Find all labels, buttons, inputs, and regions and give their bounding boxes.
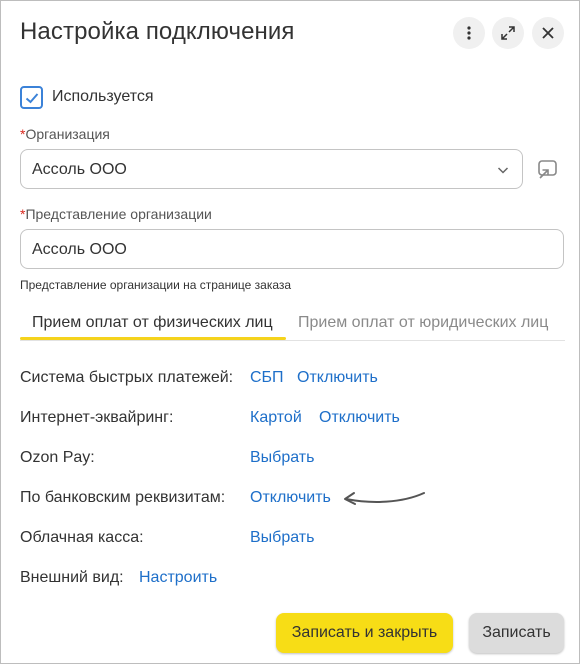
sbp-link[interactable]: СБП (250, 369, 284, 387)
bank-details-label: По банковским реквизитам: (20, 489, 226, 506)
annotation-arrow-icon (344, 492, 425, 505)
org-representation-label: *Представление организации (20, 206, 212, 222)
organization-select[interactable]: Ассоль ООО (20, 149, 523, 189)
checkmark-icon (25, 92, 38, 103)
appearance-configure-link[interactable]: Настроить (139, 569, 217, 587)
ozon-pay-select-link[interactable]: Выбрать (250, 449, 314, 467)
chevron-down-icon[interactable] (496, 163, 510, 177)
acquiring-card-link[interactable]: Картой (250, 409, 302, 427)
close-icon (542, 27, 554, 39)
org-representation-label-text: Представление организации (25, 206, 212, 222)
used-checkbox-label[interactable]: Используется (52, 88, 154, 106)
active-tab-indicator (20, 337, 286, 340)
bank-details-disable-link[interactable]: Отключить (250, 489, 331, 507)
used-checkbox[interactable] (20, 86, 43, 109)
close-button[interactable] (532, 17, 564, 49)
open-organization-icon[interactable] (536, 157, 560, 181)
organization-label: *Организация (20, 126, 110, 142)
appearance-label: Внешний вид: (20, 569, 124, 586)
tab-legal-entities[interactable]: Прием оплат от юридических лиц (298, 314, 548, 332)
dialog-title: Настройка подключения (20, 18, 295, 45)
save-button[interactable]: Записать (469, 613, 564, 653)
expand-button[interactable] (492, 17, 524, 49)
save-and-close-button[interactable]: Записать и закрыть (276, 613, 453, 653)
org-representation-hint: Представление организации на странице за… (20, 278, 292, 292)
ozon-pay-label: Ozon Pay: (20, 449, 95, 466)
sbp-label: Система быстрых платежей: (20, 369, 234, 386)
org-representation-value: Ассоль ООО (32, 241, 127, 258)
more-button[interactable] (453, 17, 485, 49)
cloud-register-label: Облачная касса: (20, 529, 144, 546)
tabs-divider (20, 340, 565, 341)
organization-label-text: Организация (25, 126, 110, 142)
acquiring-disable-link[interactable]: Отключить (319, 409, 400, 427)
organization-value: Ассоль ООО (32, 161, 127, 178)
sbp-disable-link[interactable]: Отключить (297, 369, 378, 387)
org-representation-input[interactable]: Ассоль ООО (20, 229, 564, 269)
more-vertical-icon (467, 26, 471, 40)
tab-individuals[interactable]: Прием оплат от физических лиц (32, 314, 273, 332)
acquiring-label: Интернет-эквайринг: (20, 409, 174, 426)
expand-icon (501, 26, 515, 40)
cloud-register-select-link[interactable]: Выбрать (250, 529, 314, 547)
